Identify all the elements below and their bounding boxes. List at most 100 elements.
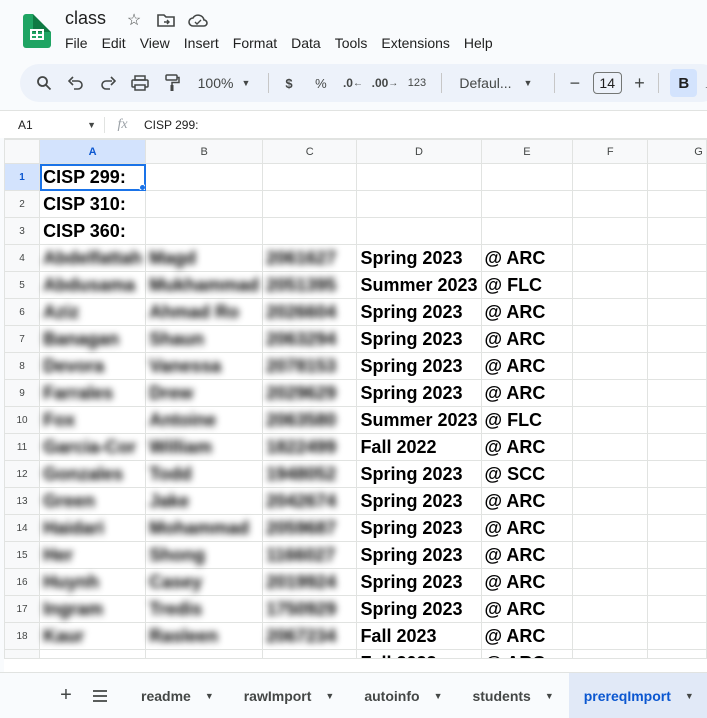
cell[interactable] xyxy=(647,352,707,380)
document-title[interactable]: class xyxy=(65,8,106,29)
cell[interactable] xyxy=(647,433,707,461)
cell-college[interactable]: @ ARC xyxy=(480,622,574,650)
cell[interactable] xyxy=(647,649,707,658)
cell-term[interactable]: Fall 2023 xyxy=(356,622,482,650)
menu-extensions[interactable]: Extensions xyxy=(374,34,456,52)
cell-student-id[interactable]: 1166027 xyxy=(262,541,358,569)
cell[interactable] xyxy=(647,487,707,515)
menu-view[interactable]: View xyxy=(133,34,177,52)
cell-student-id[interactable]: 2019924 xyxy=(262,568,358,596)
cell-last-name[interactable]: Aziz xyxy=(39,298,147,326)
cell-college[interactable]: @ SCC xyxy=(480,460,574,488)
row-header[interactable]: 4 xyxy=(4,244,41,272)
cell-college[interactable]: @ FLC xyxy=(480,406,574,434)
cell-student-id[interactable]: 2042674 xyxy=(262,487,358,515)
cell[interactable] xyxy=(572,568,649,596)
cell-student-id[interactable]: 1750929 xyxy=(262,595,358,623)
print-icon[interactable] xyxy=(126,69,154,97)
cell-last-name[interactable]: Ingram xyxy=(39,595,147,623)
cell[interactable] xyxy=(356,217,482,245)
menu-format[interactable]: Format xyxy=(226,34,284,52)
formula-input[interactable]: CISP 299: xyxy=(140,118,198,132)
cell[interactable] xyxy=(647,406,707,434)
cell-term[interactable]: Spring 2023 xyxy=(356,514,482,542)
more-formats-button[interactable]: 123 xyxy=(403,69,431,97)
cell[interactable] xyxy=(572,163,649,191)
cell-college[interactable]: @ ARC xyxy=(480,433,574,461)
cell-last-name[interactable]: Abdelfattah xyxy=(39,244,147,272)
column-header-e[interactable]: E xyxy=(480,139,574,164)
chevron-down-icon[interactable]: ▼ xyxy=(685,691,694,701)
cell-student-id[interactable]: 1822499 xyxy=(262,433,358,461)
cell-first-name[interactable]: Shong xyxy=(145,541,264,569)
cell[interactable] xyxy=(572,460,649,488)
row-header[interactable]: 6 xyxy=(4,298,41,326)
cell[interactable] xyxy=(262,217,358,245)
cell[interactable] xyxy=(647,379,707,407)
search-menus-icon[interactable] xyxy=(30,69,58,97)
row-header[interactable]: 14 xyxy=(4,514,41,542)
row-header[interactable]: 17 xyxy=(4,595,41,623)
cell-first-name[interactable]: Mukhammad xyxy=(145,271,264,299)
cell[interactable] xyxy=(572,487,649,515)
cell-student-id[interactable]: 2061627 xyxy=(262,244,358,272)
cell[interactable] xyxy=(572,352,649,380)
cell[interactable] xyxy=(572,649,649,658)
cell-student-id[interactable]: 1948052 xyxy=(262,460,358,488)
cell[interactable] xyxy=(262,190,358,218)
cell[interactable] xyxy=(572,271,649,299)
cell-college[interactable]: @ ARC xyxy=(480,325,574,353)
cell-college[interactable]: @ ARC xyxy=(480,649,574,658)
cell[interactable]: CISP 310: xyxy=(39,190,147,218)
sheets-logo-icon[interactable] xyxy=(23,14,51,48)
menu-data[interactable]: Data xyxy=(284,34,328,52)
cell-last-name[interactable]: Green xyxy=(39,487,147,515)
cell-last-name[interactable]: Garcia-Cor xyxy=(39,433,147,461)
cell-college[interactable]: @ FLC xyxy=(480,271,574,299)
cell[interactable] xyxy=(647,568,707,596)
cell-first-name[interactable]: Casey xyxy=(145,568,264,596)
menu-tools[interactable]: Tools xyxy=(328,34,375,52)
cell[interactable] xyxy=(356,190,482,218)
select-all-corner[interactable] xyxy=(4,139,41,164)
cell-first-name[interactable]: William xyxy=(145,433,264,461)
row-header[interactable]: 7 xyxy=(4,325,41,353)
horizontal-scrollbar[interactable] xyxy=(4,658,707,672)
cell[interactable] xyxy=(145,217,264,245)
cell-last-name[interactable]: Her xyxy=(39,541,147,569)
cell-college[interactable]: @ ARC xyxy=(480,487,574,515)
menu-insert[interactable]: Insert xyxy=(177,34,226,52)
cell[interactable] xyxy=(356,163,482,191)
cell-term[interactable]: Summer 2023 xyxy=(356,406,482,434)
row-header[interactable]: 5 xyxy=(4,271,41,299)
row-header[interactable]: 19 xyxy=(4,649,41,658)
column-header-g[interactable]: G xyxy=(647,139,707,164)
italic-button[interactable]: I xyxy=(697,69,707,97)
row-header[interactable]: 8 xyxy=(4,352,41,380)
cell[interactable] xyxy=(572,406,649,434)
cell[interactable] xyxy=(647,514,707,542)
currency-format-button[interactable]: $ xyxy=(275,69,303,97)
column-header-f[interactable]: F xyxy=(572,139,649,164)
cell[interactable] xyxy=(647,325,707,353)
cell[interactable] xyxy=(572,622,649,650)
cell-term[interactable]: Spring 2023 xyxy=(356,595,482,623)
cell-last-name[interactable]: Abdusama xyxy=(39,271,147,299)
cell[interactable] xyxy=(572,325,649,353)
paint-format-icon[interactable] xyxy=(158,69,186,97)
fill-handle[interactable] xyxy=(139,184,145,190)
cell-term[interactable]: Spring 2023 xyxy=(356,568,482,596)
all-sheets-menu-icon[interactable] xyxy=(88,684,112,708)
cell[interactable] xyxy=(145,163,264,191)
cell[interactable] xyxy=(572,244,649,272)
cell[interactable] xyxy=(480,217,574,245)
cell[interactable] xyxy=(647,541,707,569)
cell[interactable] xyxy=(145,190,264,218)
menu-file[interactable]: File xyxy=(58,34,95,52)
row-header[interactable]: 2 xyxy=(4,190,41,218)
cell-student-id[interactable]: 2026604 xyxy=(262,298,358,326)
cell-college[interactable]: @ ARC xyxy=(480,352,574,380)
move-folder-icon[interactable] xyxy=(156,10,176,30)
row-header[interactable]: 11 xyxy=(4,433,41,461)
row-header[interactable]: 9 xyxy=(4,379,41,407)
